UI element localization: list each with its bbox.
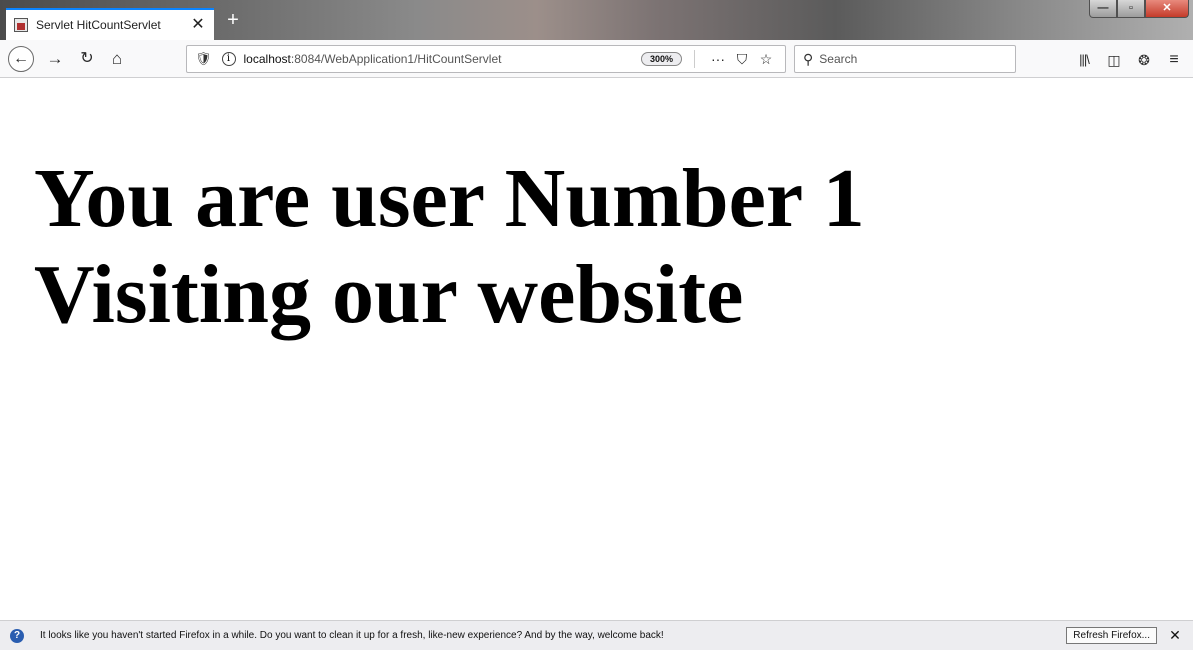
- new-tab-button[interactable]: +: [222, 10, 244, 32]
- tab-close-icon[interactable]: ✕: [190, 17, 206, 33]
- page-content: You are user Number 1 Visiting our websi…: [0, 79, 1193, 619]
- hit-count-heading: You are user Number 1 Visiting our websi…: [34, 151, 1034, 343]
- page-favicon-icon: [14, 18, 28, 32]
- tab-servlet[interactable]: Servlet HitCountServlet ✕: [6, 8, 214, 40]
- pocket-icon[interactable]: ⛉: [731, 51, 753, 68]
- site-info-icon[interactable]: i: [221, 52, 236, 66]
- restore-button[interactable]: ▫: [1117, 0, 1145, 18]
- url-separator: [694, 50, 695, 68]
- navigation-toolbar: ← → ↻ ⌂ 🛡 i localhost :8084/WebApplicati…: [0, 40, 1193, 78]
- heading-line-2: Visiting our website: [34, 248, 744, 341]
- refresh-firefox-button[interactable]: Refresh Firefox...: [1066, 627, 1157, 644]
- search-icon: ⚲: [803, 50, 814, 67]
- notification-message: It looks like you haven't started Firefo…: [40, 630, 664, 641]
- title-bar: Servlet HitCountServlet ✕ + — ▫ ✕: [0, 0, 1193, 40]
- home-icon[interactable]: ⌂: [106, 48, 128, 70]
- library-icon[interactable]: |||\: [1074, 50, 1094, 70]
- tab-title: Servlet HitCountServlet: [36, 18, 161, 32]
- minimize-button[interactable]: —: [1089, 0, 1117, 18]
- bookmark-star-icon[interactable]: ☆: [755, 51, 777, 68]
- url-host: localhost: [243, 52, 291, 66]
- reload-icon[interactable]: ↻: [76, 48, 98, 70]
- close-window-button[interactable]: ✕: [1145, 0, 1189, 18]
- search-bar[interactable]: ⚲: [794, 45, 1016, 73]
- forward-arrow-icon[interactable]: →: [44, 48, 66, 70]
- notification-close-icon[interactable]: ✕: [1167, 627, 1183, 644]
- menu-icon[interactable]: ≡: [1164, 50, 1184, 70]
- extension-icon[interactable]: ❂: [1134, 50, 1154, 70]
- page-actions-icon[interactable]: ···: [707, 51, 729, 67]
- heading-line-1: You are user Number 1: [34, 152, 865, 245]
- url-path: :8084/WebApplication1/HitCountServlet: [290, 52, 502, 66]
- back-arrow-icon[interactable]: ←: [8, 46, 34, 72]
- notification-bar: ? It looks like you haven't started Fire…: [0, 620, 1193, 650]
- address-bar[interactable]: 🛡 i localhost :8084/WebApplication1/HitC…: [186, 45, 786, 73]
- zoom-level-badge[interactable]: 300%: [640, 52, 682, 66]
- tracking-shield-icon[interactable]: 🛡: [195, 51, 212, 67]
- help-icon: ?: [10, 628, 24, 643]
- window-controls: — ▫ ✕: [1089, 0, 1189, 20]
- sidebar-icon[interactable]: ◫: [1104, 50, 1124, 70]
- search-input[interactable]: [819, 52, 990, 66]
